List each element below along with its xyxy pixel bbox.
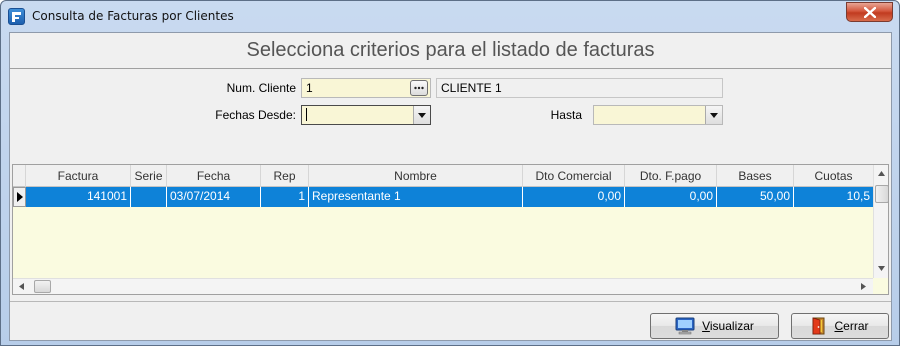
client-label: Num. Cliente (226, 81, 296, 95)
column-header-dto-comercial[interactable]: Dto Comercial (523, 165, 625, 187)
column-header-serie[interactable]: Serie (131, 165, 167, 187)
date-to-label: Hasta (550, 108, 582, 122)
exit-door-icon (812, 317, 825, 335)
row-pointer-icon (13, 187, 26, 207)
column-header-nombre[interactable]: Nombre (309, 165, 523, 187)
vertical-scrollbar[interactable] (873, 165, 888, 278)
window-title: Consulta de Facturas por Clientes (32, 9, 234, 23)
scroll-right-icon[interactable] (861, 283, 866, 290)
cerrar-label: Cerrar (834, 319, 869, 333)
cell-factura[interactable]: 141001 (26, 187, 131, 207)
column-header-factura[interactable]: Factura (26, 165, 131, 187)
dialog-body: Selecciona criterios para el listado de … (9, 32, 892, 341)
chevron-down-icon (710, 112, 718, 118)
invoice-grid[interactable]: Factura Serie Fecha Rep Nombre Dto Comer… (12, 164, 889, 295)
cerrar-button[interactable]: Cerrar (791, 313, 889, 339)
footer-divider (10, 301, 891, 302)
client-lookup-button[interactable] (410, 80, 428, 96)
scroll-left-icon[interactable] (19, 283, 24, 290)
table-row[interactable]: 141001 03/07/2014 1 Representante 1 0,00… (13, 187, 873, 207)
app-window: Consulta de Facturas por Clientes Selecc… (0, 0, 900, 346)
chevron-down-icon (418, 112, 426, 118)
row-indicator-header (13, 165, 26, 187)
monitor-icon (675, 317, 695, 335)
cell-cuotas[interactable]: 10,5 (794, 187, 873, 207)
date-to-field[interactable] (593, 105, 723, 125)
cell-nombre[interactable]: Representante 1 (309, 187, 523, 207)
cell-fecha[interactable]: 03/07/2014 (167, 187, 261, 207)
cell-dto-fpago[interactable]: 0,00 (625, 187, 717, 207)
cell-serie[interactable] (131, 187, 167, 207)
header-band: Selecciona criterios para el listado de … (10, 33, 891, 69)
scroll-up-icon[interactable] (878, 171, 885, 176)
grid-header: Factura Serie Fecha Rep Nombre Dto Comer… (13, 165, 873, 187)
cell-rep[interactable]: 1 (261, 187, 309, 207)
text-caret (306, 108, 307, 121)
visualizar-label: Visualizar (702, 319, 754, 333)
date-from-field[interactable] (301, 105, 431, 125)
vertical-scroll-thumb[interactable] (875, 185, 888, 203)
title-bar[interactable]: Consulta de Facturas por Clientes (1, 1, 899, 32)
client-name-field: CLIENTE 1 (436, 78, 723, 98)
column-header-rep[interactable]: Rep (261, 165, 309, 187)
app-icon (8, 8, 25, 25)
date-from-dropdown-button[interactable] (413, 106, 430, 124)
header-title: Selecciona criterios para el listado de … (246, 39, 655, 61)
date-to-dropdown-button[interactable] (705, 106, 722, 124)
ellipsis-icon (414, 86, 424, 90)
client-number-value: 1 (306, 81, 313, 95)
cell-dto-comercial[interactable]: 0,00 (523, 187, 625, 207)
client-name-value: CLIENTE 1 (441, 81, 502, 95)
column-header-fecha[interactable]: Fecha (167, 165, 261, 187)
horizontal-scroll-thumb[interactable] (34, 280, 51, 293)
horizontal-scrollbar[interactable] (13, 278, 873, 294)
close-button[interactable] (846, 2, 893, 22)
date-from-label: Fechas Desde: (215, 108, 296, 122)
close-icon (863, 6, 876, 18)
column-header-bases[interactable]: Bases (717, 165, 794, 187)
scroll-down-icon[interactable] (878, 266, 885, 271)
column-header-cuotas[interactable]: Cuotas (794, 165, 873, 187)
visualizar-button[interactable]: Visualizar (650, 313, 779, 339)
column-header-dto-fpago[interactable]: Dto. F.pago (625, 165, 717, 187)
cell-bases[interactable]: 50,00 (717, 187, 794, 207)
